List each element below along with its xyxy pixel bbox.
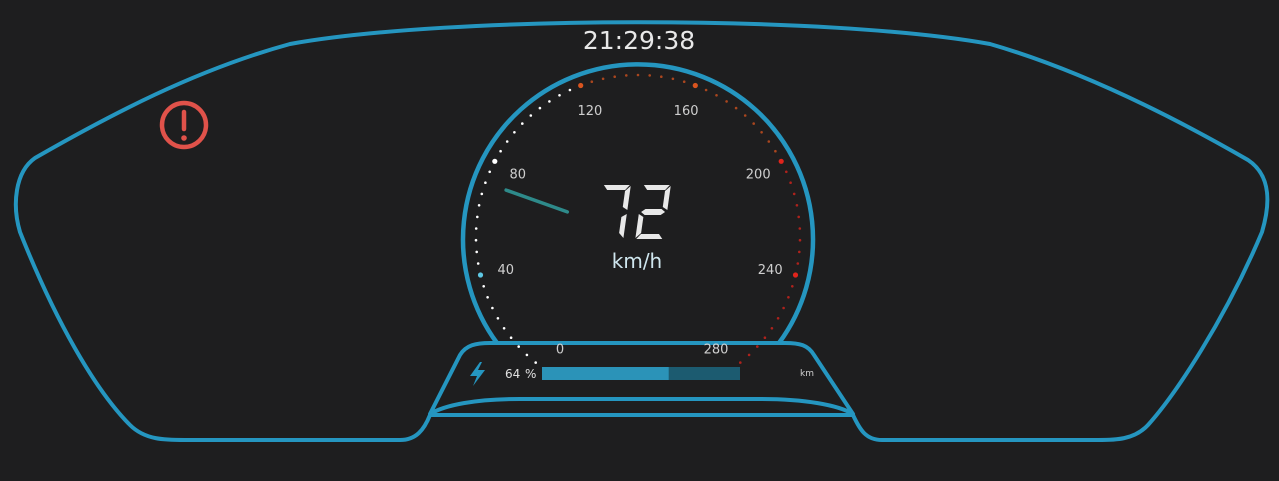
speed-minor-tick bbox=[529, 114, 533, 117]
speed-minor-tick bbox=[548, 100, 551, 103]
speed-minor-tick bbox=[798, 250, 801, 254]
speed-minor-tick bbox=[767, 140, 771, 143]
speed-minor-tick bbox=[513, 131, 516, 134]
speed-minor-tick bbox=[785, 170, 788, 174]
exclamation-warning-icon[interactable] bbox=[159, 100, 209, 150]
speed-minor-tick bbox=[477, 204, 481, 207]
battery-bar-fill bbox=[542, 367, 669, 380]
speed-minor-tick bbox=[671, 77, 675, 81]
speed-minor-tick bbox=[475, 250, 479, 254]
speed-minor-tick bbox=[798, 227, 802, 230]
speed-minor-tick bbox=[796, 262, 800, 265]
speed-minor-tick bbox=[568, 88, 572, 92]
speed-minor-tick bbox=[509, 336, 513, 340]
speed-major-tick bbox=[477, 272, 484, 278]
speed-minor-tick bbox=[534, 361, 537, 364]
speed-minor-tick bbox=[739, 361, 742, 364]
speed-minor-tick bbox=[782, 306, 785, 310]
speed-tick-label: 120 bbox=[577, 104, 602, 119]
speed-minor-tick bbox=[538, 106, 542, 110]
instrument-cluster: 04080120 160200240280 km/h 21:29:38 64 % … bbox=[13, 20, 1270, 442]
speed-unit: km/h bbox=[612, 249, 662, 273]
speed-major-tick bbox=[778, 158, 784, 164]
speed-digit bbox=[603, 185, 631, 238]
speed-major-tick bbox=[492, 158, 498, 164]
speed-tick-label: 240 bbox=[758, 263, 783, 278]
speed-minor-tick bbox=[505, 140, 509, 143]
speed-minor-tick bbox=[488, 170, 492, 174]
speed-minor-tick bbox=[756, 345, 759, 348]
speed-minor-tick bbox=[776, 317, 780, 320]
speed-minor-tick bbox=[795, 204, 799, 207]
speed-minor-tick bbox=[704, 88, 708, 92]
speed-major-tick bbox=[578, 82, 584, 89]
battery-percent-value: 64 bbox=[505, 367, 520, 381]
speed-tick-label: 0 bbox=[556, 342, 564, 357]
battery-percent-sign: % bbox=[525, 367, 536, 381]
speed-minor-tick bbox=[517, 345, 520, 348]
speed-minor-tick bbox=[682, 80, 686, 83]
speed-tick-label: 80 bbox=[510, 168, 527, 183]
speed-minor-tick bbox=[474, 238, 478, 242]
speed-minor-tick bbox=[480, 192, 484, 196]
speed-tick-label: 280 bbox=[704, 342, 729, 357]
speed-minor-tick bbox=[625, 74, 628, 77]
speed-minor-tick bbox=[558, 94, 561, 97]
speed-tick-label: 160 bbox=[674, 104, 699, 119]
speed-major-tick bbox=[792, 272, 799, 278]
speed-minor-tick bbox=[774, 149, 777, 153]
speed-tick-label: 200 bbox=[746, 168, 771, 183]
speed-tick-label: 40 bbox=[498, 263, 515, 278]
speed-minor-tick bbox=[797, 215, 800, 219]
speed-minor-tick bbox=[763, 336, 767, 340]
speed-minor-tick bbox=[486, 296, 489, 299]
speed-minor-tick bbox=[590, 80, 594, 83]
speed-minor-tick bbox=[636, 73, 640, 77]
speed-minor-tick bbox=[787, 296, 790, 299]
speed-minor-tick bbox=[747, 353, 751, 357]
speed-minor-tick bbox=[482, 285, 486, 288]
speed-needle bbox=[504, 188, 570, 214]
speed-minor-tick bbox=[525, 353, 529, 357]
speed-minor-tick bbox=[798, 238, 802, 242]
speed-minor-tick bbox=[752, 122, 755, 125]
speed-minor-tick bbox=[613, 75, 616, 78]
speed-minor-tick bbox=[496, 317, 500, 320]
speed-minor-tick bbox=[725, 100, 728, 103]
speed-minor-tick bbox=[484, 181, 487, 184]
speed-digit bbox=[635, 185, 671, 239]
speed-minor-tick bbox=[743, 114, 747, 117]
speed-minor-tick bbox=[770, 327, 774, 330]
speed-minor-tick bbox=[789, 181, 792, 184]
speed-minor-tick bbox=[491, 306, 494, 310]
speed-minor-tick bbox=[791, 285, 794, 288]
speed-minor-tick bbox=[760, 131, 763, 134]
speed-minor-tick bbox=[601, 77, 605, 81]
speedometer-dial bbox=[460, 62, 816, 345]
speed-minor-tick bbox=[792, 192, 796, 196]
speed-minor-tick bbox=[715, 94, 718, 97]
speed-minor-tick bbox=[499, 149, 502, 153]
speed-minor-tick bbox=[648, 74, 651, 77]
speed-minor-tick bbox=[521, 122, 524, 125]
speed-minor-tick bbox=[474, 227, 478, 230]
speed-major-tick bbox=[692, 82, 698, 89]
range-unit: km bbox=[800, 369, 814, 379]
speed-minor-tick bbox=[660, 75, 663, 78]
speed-readout bbox=[603, 185, 671, 239]
clock-time: 21:29:38 bbox=[583, 26, 695, 55]
speed-minor-tick bbox=[476, 215, 479, 219]
speed-minor-tick bbox=[502, 327, 506, 330]
speed-minor-tick bbox=[476, 262, 480, 265]
speed-minor-tick bbox=[734, 106, 738, 110]
